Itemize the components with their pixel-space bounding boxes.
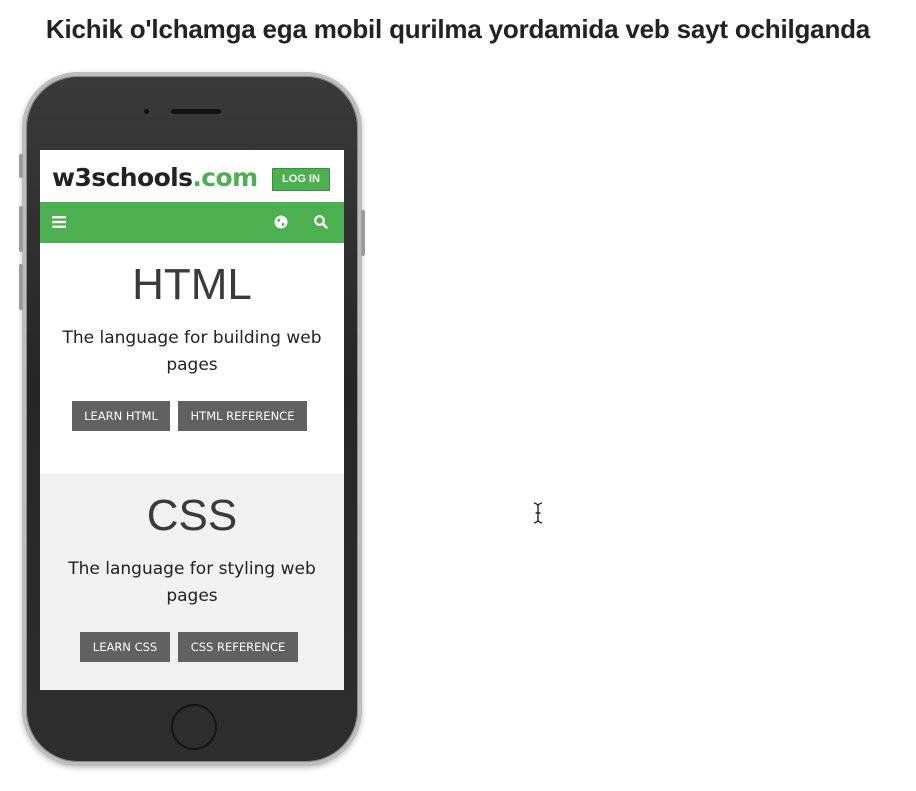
html-section: HTML The language for building web pages…: [40, 243, 344, 474]
learn-html-button[interactable]: LEARN HTML: [72, 401, 170, 431]
search-icon[interactable]: [312, 213, 330, 231]
site-logo[interactable]: w3schools.com: [52, 164, 258, 192]
logo-text: w3schools: [52, 163, 193, 192]
login-button[interactable]: LOG IN: [272, 168, 330, 191]
html-heading: HTML: [132, 260, 252, 309]
phone-silent-switch: [19, 154, 23, 178]
html-reference-button[interactable]: HTML REFERENCE: [178, 401, 307, 431]
phone-camera: [144, 109, 149, 114]
site-header: w3schools.com LOG IN: [40, 150, 344, 202]
site-navbar: [40, 202, 344, 243]
css-description: The language for styling web pages: [68, 559, 316, 606]
css-section: CSS The language for styling web pages L…: [40, 474, 344, 690]
phone-power-button: [361, 210, 365, 256]
logo-suffix: .com: [192, 163, 258, 192]
slide-title: Kichik o'lchamga ega mobil qurilma yorda…: [45, 14, 871, 44]
phone-mockup: w3schools.com LOG IN HTML The language f…: [19, 72, 365, 766]
phone-speaker: [171, 109, 221, 114]
html-description: The language for building web pages: [62, 328, 322, 375]
phone-home-button: [171, 704, 217, 750]
css-heading: CSS: [146, 491, 238, 540]
globe-icon[interactable]: [272, 213, 290, 231]
text-cursor-icon: [533, 502, 543, 524]
css-reference-button[interactable]: CSS REFERENCE: [178, 632, 298, 662]
phone-volume-down-button: [19, 264, 23, 310]
phone-screen: w3schools.com LOG IN HTML The language f…: [40, 150, 344, 690]
learn-css-button[interactable]: LEARN CSS: [80, 632, 170, 662]
phone-volume-up-button: [19, 206, 23, 252]
menu-icon[interactable]: [51, 213, 69, 231]
